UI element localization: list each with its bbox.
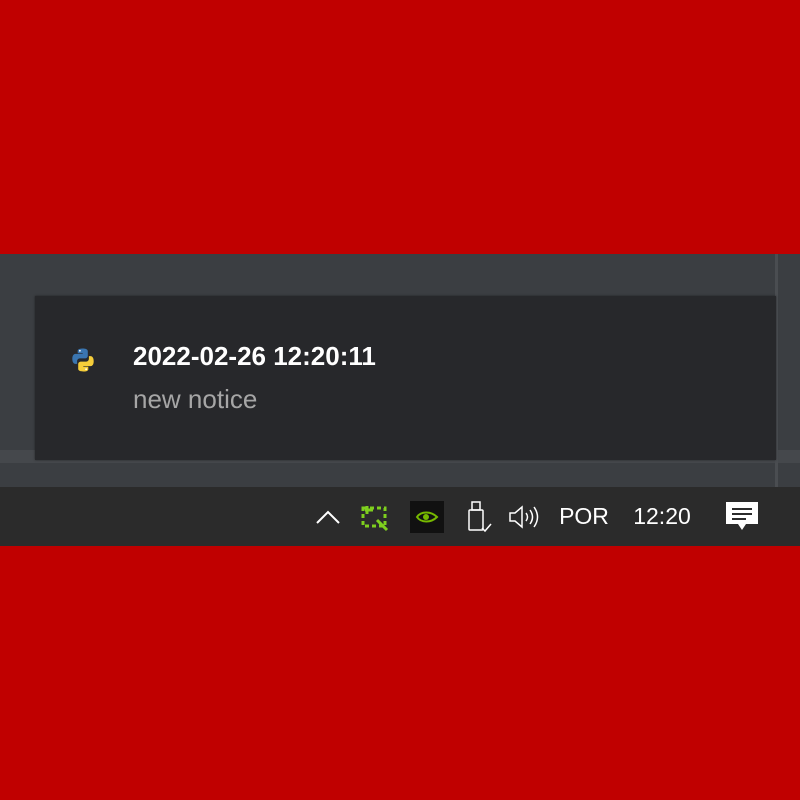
green-crop-icon[interactable] (356, 487, 394, 546)
red-border-top (0, 0, 800, 254)
python-icon (70, 347, 96, 373)
clock[interactable]: 12:20 (630, 487, 694, 546)
speaker-icon[interactable] (505, 487, 543, 546)
red-border-bottom (0, 546, 800, 800)
notification-icon[interactable] (722, 487, 762, 546)
chevron-up-icon[interactable] (310, 487, 346, 546)
notification-title: 2022-02-26 12:20:11 (133, 341, 376, 371)
usb-icon[interactable] (461, 487, 495, 546)
language-indicator[interactable]: POR (557, 487, 611, 546)
desktop-gap (0, 463, 800, 487)
nvidia-icon[interactable] (409, 487, 445, 546)
taskbar: POR 12:20 (0, 487, 800, 546)
notification-message: new notice (133, 384, 258, 414)
toast-notification[interactable]: 2022-02-26 12:20:11 new notice (35, 296, 776, 460)
